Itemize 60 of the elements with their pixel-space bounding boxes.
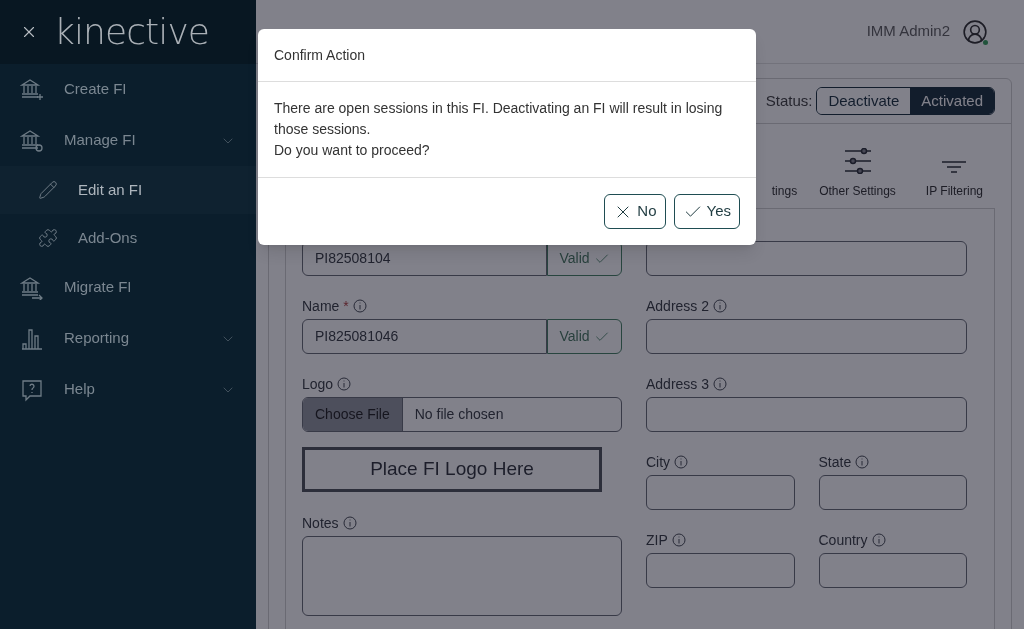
status-toggle[interactable]: Activated [910, 88, 994, 114]
user-name: IMM Admin2 [866, 21, 950, 42]
bank-gear-icon [20, 128, 44, 153]
field-label: Country [818, 530, 868, 550]
info-icon [713, 377, 728, 391]
settings-tab[interactable]: Other Settings [819, 148, 896, 200]
field-label: Address 2 [646, 296, 710, 316]
required-mark: * [343, 296, 349, 316]
notes-field[interactable] [302, 536, 622, 616]
field-label: Logo [302, 374, 334, 394]
bar-chart-icon [20, 326, 44, 351]
sidebar-item[interactable]: Reporting [0, 313, 256, 364]
text-input[interactable] [818, 553, 967, 588]
file-input[interactable]: Choose File No file chosen [302, 397, 622, 432]
text-input[interactable] [646, 319, 967, 354]
field-label: Name [302, 296, 340, 316]
puzzle-icon [38, 228, 58, 248]
field-label: State [818, 452, 852, 472]
help-icon [20, 377, 44, 402]
sidebar-item[interactable]: Manage FI [0, 115, 256, 166]
sidebar-item[interactable]: Create FI [0, 64, 256, 115]
logo-placeholder-text: Place FI Logo Here [370, 457, 534, 482]
sidebar-item[interactable]: Help [0, 364, 256, 415]
info-icon [871, 533, 886, 547]
text-input[interactable] [646, 397, 967, 432]
sliders-icon [843, 148, 872, 174]
info-icon [855, 455, 870, 469]
sidebar-subitem[interactable]: Edit an FI [0, 166, 256, 214]
yes-button[interactable]: Yes [673, 194, 740, 229]
dialog-message: There are open sessions in this FI. Deactivating an FI will result in losing those sessions. [274, 99, 724, 139]
valid-badge: Valid [547, 319, 622, 354]
field-label: ZIP [646, 530, 668, 550]
user-avatar-icon[interactable] [962, 18, 988, 45]
status-label: Status: [765, 90, 813, 111]
pencil-icon [38, 180, 58, 200]
field-label: City [646, 452, 671, 472]
sidebar-subitem[interactable]: Add-Ons [0, 214, 256, 262]
info-icon [342, 516, 357, 530]
logo-drop-zone[interactable]: Place FI Logo Here [302, 447, 602, 492]
field-label: Notes [302, 513, 339, 533]
text-input[interactable] [646, 553, 795, 588]
field-label: Address 3 [646, 374, 710, 394]
filter-lines-icon [941, 160, 968, 174]
text-input[interactable] [646, 475, 795, 510]
dialog-title: Confirm Action [274, 45, 366, 65]
settings-tab[interactable]: IP Filtering [917, 160, 991, 200]
text-input[interactable]: PI825081046 [302, 319, 547, 354]
text-input[interactable] [818, 475, 967, 510]
sidebar-item[interactable]: Migrate FI [0, 262, 256, 313]
bank-arrow-icon [20, 275, 44, 300]
logo: kinective [54, 14, 210, 50]
settings-tab[interactable]: tings [771, 182, 798, 200]
info-icon [674, 455, 689, 469]
no-button[interactable]: No [604, 194, 666, 229]
info-icon [352, 299, 367, 313]
info-icon [671, 533, 686, 547]
bank-plus-icon [20, 77, 44, 102]
info-icon [337, 377, 352, 391]
dialog-message: Do you want to proceed? [274, 141, 431, 160]
info-icon [713, 299, 728, 313]
